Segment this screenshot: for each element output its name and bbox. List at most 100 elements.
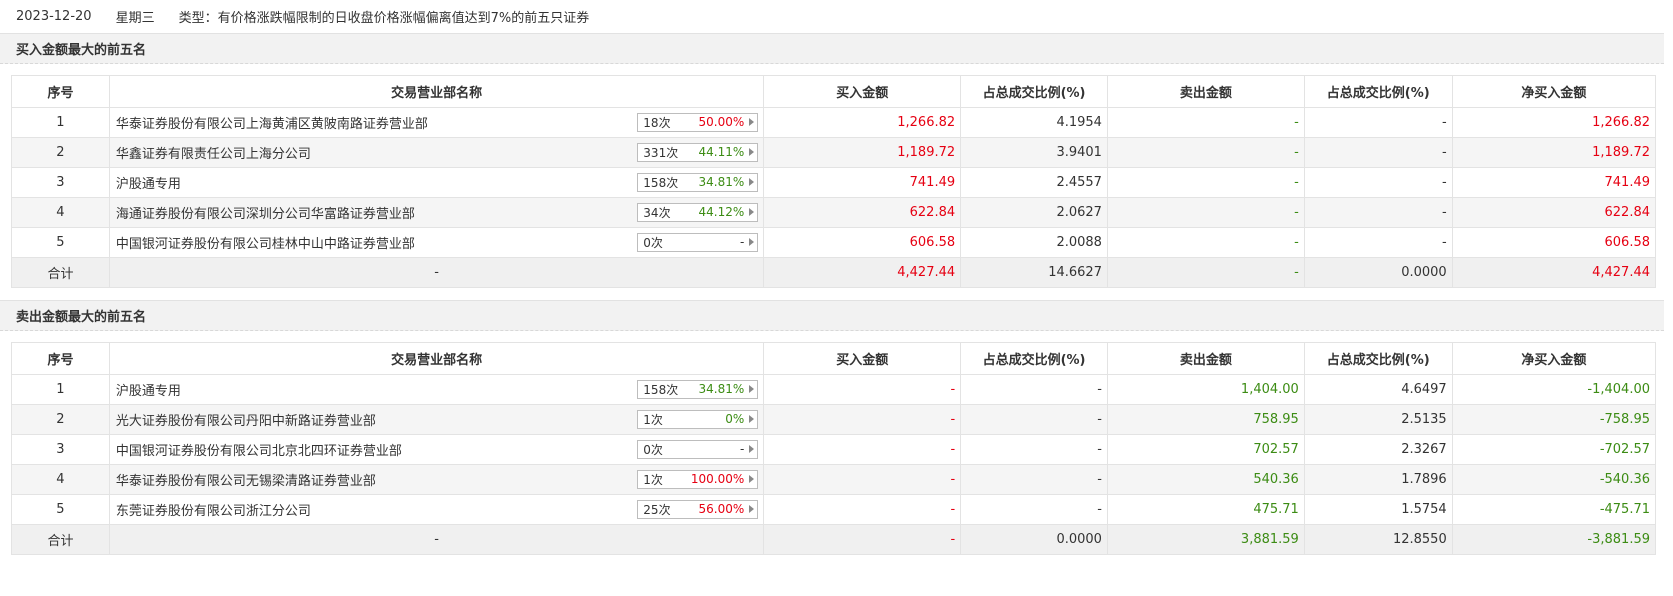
table-row: 1 沪股通专用 158次 34.81% - -1,404.00 4.6497 -1,404.0…: [11, 374, 1657, 405]
branch-name[interactable]: 华泰证券股份有限公司无锡梁清路证券营业部: [116, 474, 376, 489]
branch-name[interactable]: 沪股通专用: [116, 384, 181, 399]
branch-stats-dropdown[interactable]: 1次 100.00%: [637, 470, 759, 489]
sell-ratio: 1.5754: [1303, 494, 1453, 525]
listing-times: 158次: [643, 383, 679, 397]
row-number: 1: [11, 107, 110, 138]
branch-name[interactable]: 沪股通专用: [116, 177, 181, 192]
col-branch-name: 交易营业部名称: [108, 342, 765, 375]
total-sell-ratio: 12.8550: [1303, 524, 1453, 555]
row-number: 3: [11, 434, 110, 465]
buy-amount: 1,266.82: [763, 107, 962, 138]
col-branch-name: 交易营业部名称: [108, 75, 765, 108]
branch-stats-dropdown[interactable]: 34次 44.12%: [637, 203, 759, 222]
branch-name-cell: 中国银河证券股份有限公司北京北四环证券营业部 0次 -: [108, 434, 765, 465]
branch-name-cell: 沪股通专用 158次 34.81%: [108, 167, 765, 198]
caret-right-icon: [749, 148, 755, 156]
buy-section-title: 买入金额最大的前五名: [0, 33, 1664, 64]
win-rate: 100.00%: [690, 472, 745, 486]
branch-stats-dropdown[interactable]: 18次 50.00%: [637, 113, 759, 132]
row-number: 4: [11, 464, 110, 495]
win-rate: -: [739, 235, 745, 249]
sell-section-title: 卖出金额最大的前五名: [0, 300, 1664, 331]
sell-ratio: -: [1303, 107, 1453, 138]
sell-amount: 1,404.00: [1106, 374, 1305, 405]
sell-ratio: 2.3267: [1303, 434, 1453, 465]
buy-table-wrap: 序号 交易营业部名称 买入金额 占总成交比例(%) 卖出金额 占总成交比例(%)…: [0, 64, 1673, 288]
table-row: 5 东莞证券股份有限公司浙江分公司 25次 56.00% - -475.71 1.5754-…: [11, 494, 1657, 525]
sell-table: 序号 交易营业部名称 买入金额 占总成交比例(%) 卖出金额 占总成交比例(%)…: [11, 342, 1657, 555]
sell-amount: 758.95: [1106, 404, 1305, 435]
net-amount: 606.58: [1451, 227, 1657, 258]
win-rate: 50.00%: [698, 115, 745, 129]
buy-ratio: 2.0627: [960, 197, 1108, 228]
sell-ratio: 2.5135: [1303, 404, 1453, 435]
total-net-amount: -3,881.59: [1451, 524, 1657, 555]
sell-amount: 540.36: [1106, 464, 1305, 495]
branch-name[interactable]: 华泰证券股份有限公司上海黄浦区黄陂南路证券营业部: [116, 117, 428, 132]
sell-table-wrap: 序号 交易营业部名称 买入金额 占总成交比例(%) 卖出金额 占总成交比例(%)…: [0, 331, 1673, 555]
branch-stats-dropdown[interactable]: 25次 56.00%: [637, 500, 759, 519]
buy-ratio: 2.4557: [960, 167, 1108, 198]
net-amount: -475.71: [1451, 494, 1657, 525]
branch-name[interactable]: 海通证券股份有限公司深圳分公司华富路证券营业部: [116, 207, 415, 222]
branch-name[interactable]: 东莞证券股份有限公司浙江分公司: [116, 504, 311, 519]
sell-ratio: -: [1303, 137, 1453, 168]
win-rate: 0%: [725, 412, 745, 426]
row-number: 3: [11, 167, 110, 198]
listing-times: 0次: [643, 236, 663, 250]
net-amount: 622.84: [1451, 197, 1657, 228]
col-sell-ratio: 占总成交比例(%): [1303, 342, 1453, 375]
buy-amount: -: [763, 374, 962, 405]
col-sell-amount: 卖出金额: [1106, 75, 1305, 108]
branch-name[interactable]: 华鑫证券有限责任公司上海分公司: [116, 147, 311, 162]
table-row: 2 光大证券股份有限公司丹阳中新路证券营业部 1次 0% - -758.95 2.5135-…: [11, 404, 1657, 435]
col-sell-amount: 卖出金额: [1106, 342, 1305, 375]
branch-stats-dropdown[interactable]: 158次 34.81%: [637, 380, 759, 399]
buy-amount: -: [763, 404, 962, 435]
branch-stats-dropdown[interactable]: 1次 0%: [637, 410, 759, 429]
branch-name[interactable]: 中国银河证券股份有限公司北京北四环证券营业部: [116, 444, 402, 459]
buy-amount: -: [763, 434, 962, 465]
branch-stats-dropdown[interactable]: 331次 44.11%: [637, 143, 759, 162]
col-no: 序号: [11, 75, 110, 108]
net-amount: -702.57: [1451, 434, 1657, 465]
listing-times: 25次: [643, 503, 671, 517]
table-row: 5 中国银河证券股份有限公司桂林中山中路证券营业部 0次 -606.58 2.0088-…: [11, 227, 1657, 258]
branch-stats-dropdown[interactable]: 0次 -: [637, 233, 759, 252]
branch-name[interactable]: 中国银河证券股份有限公司桂林中山中路证券营业部: [116, 237, 415, 252]
col-buy-amount: 买入金额: [763, 342, 962, 375]
listing-times: 34次: [643, 206, 671, 220]
caret-right-icon: [749, 445, 755, 453]
win-rate: 34.81%: [698, 382, 745, 396]
sell-ratio: 4.6497: [1303, 374, 1453, 405]
buy-ratio: -: [960, 434, 1108, 465]
branch-name[interactable]: 光大证券股份有限公司丹阳中新路证券营业部: [116, 414, 376, 429]
total-label: 合计: [11, 257, 110, 288]
sell-amount: 475.71: [1106, 494, 1305, 525]
buy-ratio: -: [960, 404, 1108, 435]
sell-ratio: -: [1303, 197, 1453, 228]
branch-stats-dropdown[interactable]: 0次 -: [637, 440, 759, 459]
row-number: 1: [11, 374, 110, 405]
branch-name-cell: 华泰证券股份有限公司无锡梁清路证券营业部 1次 100.00%: [108, 464, 765, 495]
branch-name-cell: 华鑫证券有限责任公司上海分公司 331次 44.11%: [108, 137, 765, 168]
col-buy-amount: 买入金额: [763, 75, 962, 108]
branch-stats-dropdown[interactable]: 158次 34.81%: [637, 173, 759, 192]
buy-table: 序号 交易营业部名称 买入金额 占总成交比例(%) 卖出金额 占总成交比例(%)…: [11, 75, 1657, 288]
sell-amount: -: [1106, 167, 1305, 198]
header-line: 2023-12-20 星期三 类型：有价格涨跌幅限制的日收盘价格涨幅偏离值达到7…: [0, 0, 1673, 33]
listing-times: 1次: [643, 473, 663, 487]
trade-date: 2023-12-20: [16, 9, 92, 24]
caret-right-icon: [749, 208, 755, 216]
buy-ratio: 4.1954: [960, 107, 1108, 138]
buy-ratio: -: [960, 464, 1108, 495]
buy-amount: 606.58: [763, 227, 962, 258]
buy-amount: -: [763, 464, 962, 495]
win-rate: 44.11%: [698, 145, 745, 159]
branch-name-cell: 沪股通专用 158次 34.81%: [108, 374, 765, 405]
win-rate: -: [739, 442, 745, 456]
net-amount: -540.36: [1451, 464, 1657, 495]
trade-weekday: 星期三: [115, 11, 155, 26]
branch-name-cell: 光大证券股份有限公司丹阳中新路证券营业部 1次 0%: [108, 404, 765, 435]
listing-times: 18次: [643, 116, 671, 130]
